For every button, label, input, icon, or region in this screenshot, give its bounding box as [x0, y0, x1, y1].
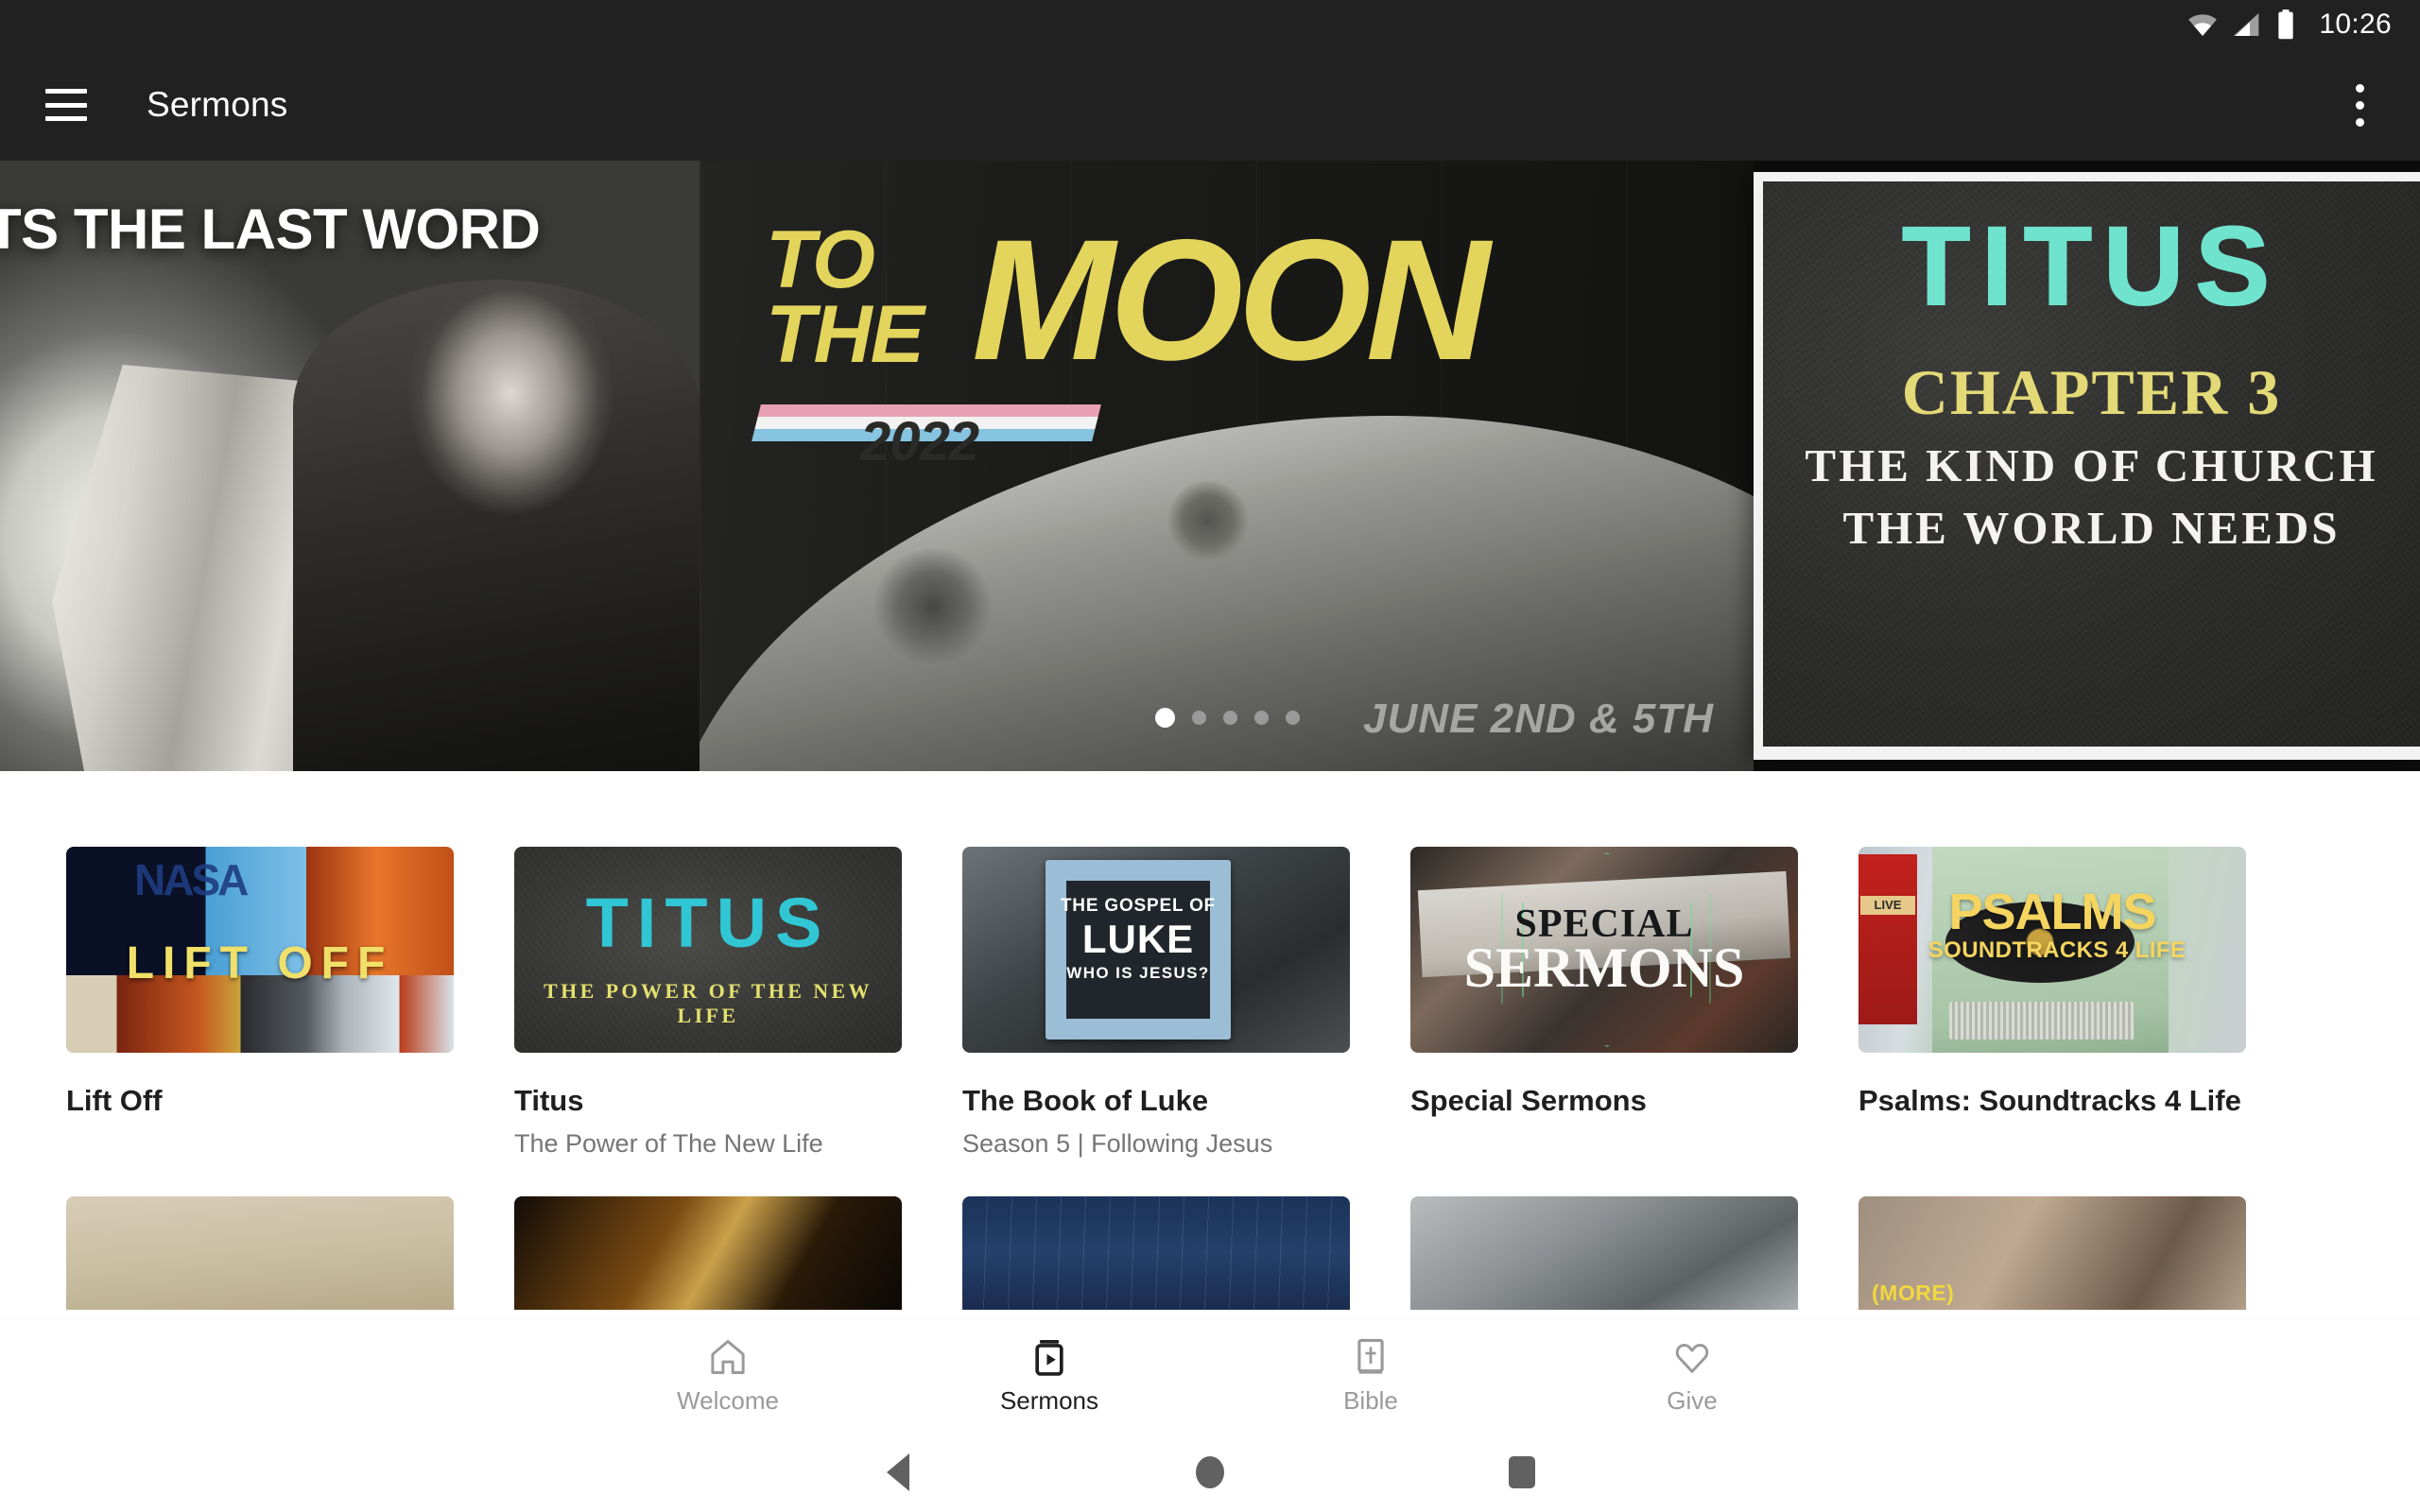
series-thumbnail-partial[interactable]	[1410, 1196, 1798, 1311]
back-triangle-icon[interactable]	[887, 1453, 909, 1491]
home-circle-icon[interactable]	[1196, 1456, 1224, 1488]
nav-label: Welcome	[677, 1386, 779, 1415]
decorative-red-sign	[1858, 854, 1917, 1024]
carousel-dots[interactable]	[1155, 708, 1300, 728]
series-thumbnail[interactable]: SPECIAL SERMONS	[1410, 847, 1798, 1053]
bottom-navigation-bar: Welcome Sermons Bible Give	[0, 1319, 2420, 1433]
nasa-logo-text: NASA	[134, 855, 249, 904]
series-thumbnail-partial[interactable]: (MORE)	[1858, 1196, 2246, 1311]
thumbnail-overlay-text: LUKE	[1081, 917, 1195, 961]
thumbnail-overlay-text: TITUS	[585, 884, 831, 962]
thumbnail-overlay-text: PSALMS	[1948, 884, 2156, 940]
carousel-dot-5[interactable]	[1286, 711, 1300, 725]
series-title: Special Sermons	[1410, 1084, 1647, 1117]
wifi-icon	[2188, 14, 2218, 37]
carousel-dot-1[interactable]	[1155, 708, 1175, 728]
thumbnail-overlay-subtext: SOUNDTRACKS 4 LIFE	[1927, 937, 2187, 963]
carousel-dot-4[interactable]	[1254, 711, 1269, 725]
titus-chapter-label: CHAPTER 3	[1901, 356, 2282, 428]
heart-icon	[1675, 1344, 1709, 1373]
sermon-series-grid-row-2: (MORE)	[0, 1196, 2420, 1311]
series-card-the-book-of-luke[interactable]: THE GOSPEL OF LUKE WHO IS JESUS? The Boo…	[962, 847, 1350, 1159]
status-bar: 10:26	[0, 0, 2420, 49]
series-card-titus[interactable]: TITUS THE POWER OF THE NEW LIFE Titus Th…	[514, 847, 902, 1159]
nav-label: Give	[1667, 1386, 1718, 1415]
series-thumbnail-partial[interactable]	[962, 1196, 1350, 1311]
bible-book-icon	[1357, 1338, 1384, 1374]
sermon-series-grid: NASA LIFT OFF Lift Off TITUS THE POWER O…	[0, 771, 2420, 1159]
android-back-slot	[742, 1453, 1054, 1491]
hero-carousel[interactable]: TS THE LAST WORD TO THE MOON 2022 JUNE 2…	[0, 161, 2420, 771]
video-library-icon	[1035, 1340, 1063, 1376]
cellular-signal-icon	[2234, 13, 2259, 36]
carousel-slide-last-word[interactable]: TS THE LAST WORD	[0, 161, 718, 771]
titus-series-title: TITUS	[1901, 203, 2281, 330]
app-bar: Sermons	[0, 49, 2420, 161]
carousel-slide-title: TS THE LAST WORD	[0, 198, 541, 261]
carousel-dot-3[interactable]	[1223, 711, 1237, 725]
series-thumbnail-partial[interactable]	[514, 1196, 902, 1311]
overflow-menu-icon[interactable]	[2333, 78, 2386, 131]
carousel-slide-titus-chapter-3[interactable]: TITUS CHAPTER 3 THE KIND OF CHURCH THE W…	[1754, 172, 2420, 760]
series-title: Psalms: Soundtracks 4 Life	[1858, 1084, 2241, 1117]
moon-date-label: JUNE 2ND & 5TH	[1363, 696, 1714, 742]
android-system-navigation-bar	[0, 1433, 2420, 1512]
nav-item-sermons[interactable]: Sermons	[889, 1336, 1210, 1416]
home-icon	[711, 1340, 745, 1374]
live-badge: LIVE	[1860, 896, 1915, 915]
thumbnail-overlay-line-3: WHO IS JESUS?	[1066, 964, 1210, 982]
series-subtitle: Season 5 | Following Jesus	[962, 1128, 1273, 1158]
series-card-psalms-soundtracks-4-life[interactable]: LIVE PSALMS SOUNDTRACKS 4 LIFE Psalms: S…	[1858, 847, 2246, 1159]
thumbnail-overlay-text: (MORE)	[1872, 1280, 1955, 1306]
titus-slide-artwork: TITUS CHAPTER 3 THE KIND OF CHURCH THE W…	[1763, 181, 2420, 747]
nav-item-give[interactable]: Give	[1531, 1336, 1853, 1416]
decorative-speaker-grille	[1949, 1002, 2135, 1040]
series-thumbnail[interactable]: LIVE PSALMS SOUNDTRACKS 4 LIFE	[1858, 847, 2246, 1053]
series-title: The Book of Luke	[962, 1084, 1209, 1117]
moon-line-moon: MOON	[972, 203, 1490, 396]
series-thumbnail-partial[interactable]	[66, 1196, 454, 1311]
thumbnail-overlay-subtext: THE POWER OF THE NEW LIFE	[544, 979, 873, 1027]
titus-subtitle-line-1: THE KIND OF CHURCH	[1805, 439, 2378, 491]
battery-icon	[2278, 9, 2294, 40]
moon-year: 2022	[860, 411, 979, 472]
decorative-speaker-figure	[293, 280, 700, 771]
nav-label: Sermons	[999, 1386, 1099, 1415]
status-time: 10:26	[2319, 9, 2392, 40]
sermon-series-content: NASA LIFT OFF Lift Off TITUS THE POWER O…	[0, 771, 2420, 1512]
page-title: Sermons	[147, 85, 288, 124]
recents-square-icon[interactable]	[1509, 1456, 1535, 1488]
thumbnail-overlay-text: LIFT OFF	[126, 938, 394, 988]
moon-wordmark: TO THE MOON 2022	[752, 214, 1490, 472]
thumbnail-overlay-line-1: THE GOSPEL OF	[1060, 896, 1217, 916]
nav-label: Bible	[1343, 1386, 1398, 1415]
nav-item-bible[interactable]: Bible	[1210, 1336, 1531, 1416]
thumbnail-overlay-text: SERMONS	[1463, 936, 1745, 999]
android-recents-slot	[1366, 1456, 1678, 1488]
series-card-lift-off[interactable]: NASA LIFT OFF Lift Off	[66, 847, 454, 1159]
carousel-slide-to-the-moon[interactable]: TO THE MOON 2022 JUNE 2ND & 5TH	[700, 161, 1754, 771]
moon-line-the: THE	[766, 289, 925, 381]
nav-item-welcome[interactable]: Welcome	[567, 1336, 889, 1416]
series-subtitle: The Power of The New Life	[514, 1128, 823, 1158]
carousel-dot-2[interactable]	[1192, 711, 1206, 725]
series-thumbnail[interactable]: TITUS THE POWER OF THE NEW LIFE	[514, 847, 902, 1053]
carousel-current-slide[interactable]: TS THE LAST WORD TO THE MOON 2022 JUNE 2…	[0, 161, 1754, 771]
hamburger-menu-icon[interactable]	[45, 89, 87, 121]
series-card-special-sermons[interactable]: SPECIAL SERMONS Special Sermons	[1410, 847, 1798, 1159]
series-thumbnail[interactable]: THE GOSPEL OF LUKE WHO IS JESUS?	[962, 847, 1350, 1053]
moon-line-to: TO	[766, 215, 875, 305]
series-title: Titus	[514, 1084, 584, 1117]
series-thumbnail[interactable]: NASA LIFT OFF	[66, 847, 454, 1053]
titus-subtitle-line-2: THE WORLD NEEDS	[1842, 502, 2341, 554]
android-home-slot	[1054, 1456, 1366, 1488]
status-icons	[2187, 9, 2298, 41]
series-title: Lift Off	[66, 1084, 163, 1117]
